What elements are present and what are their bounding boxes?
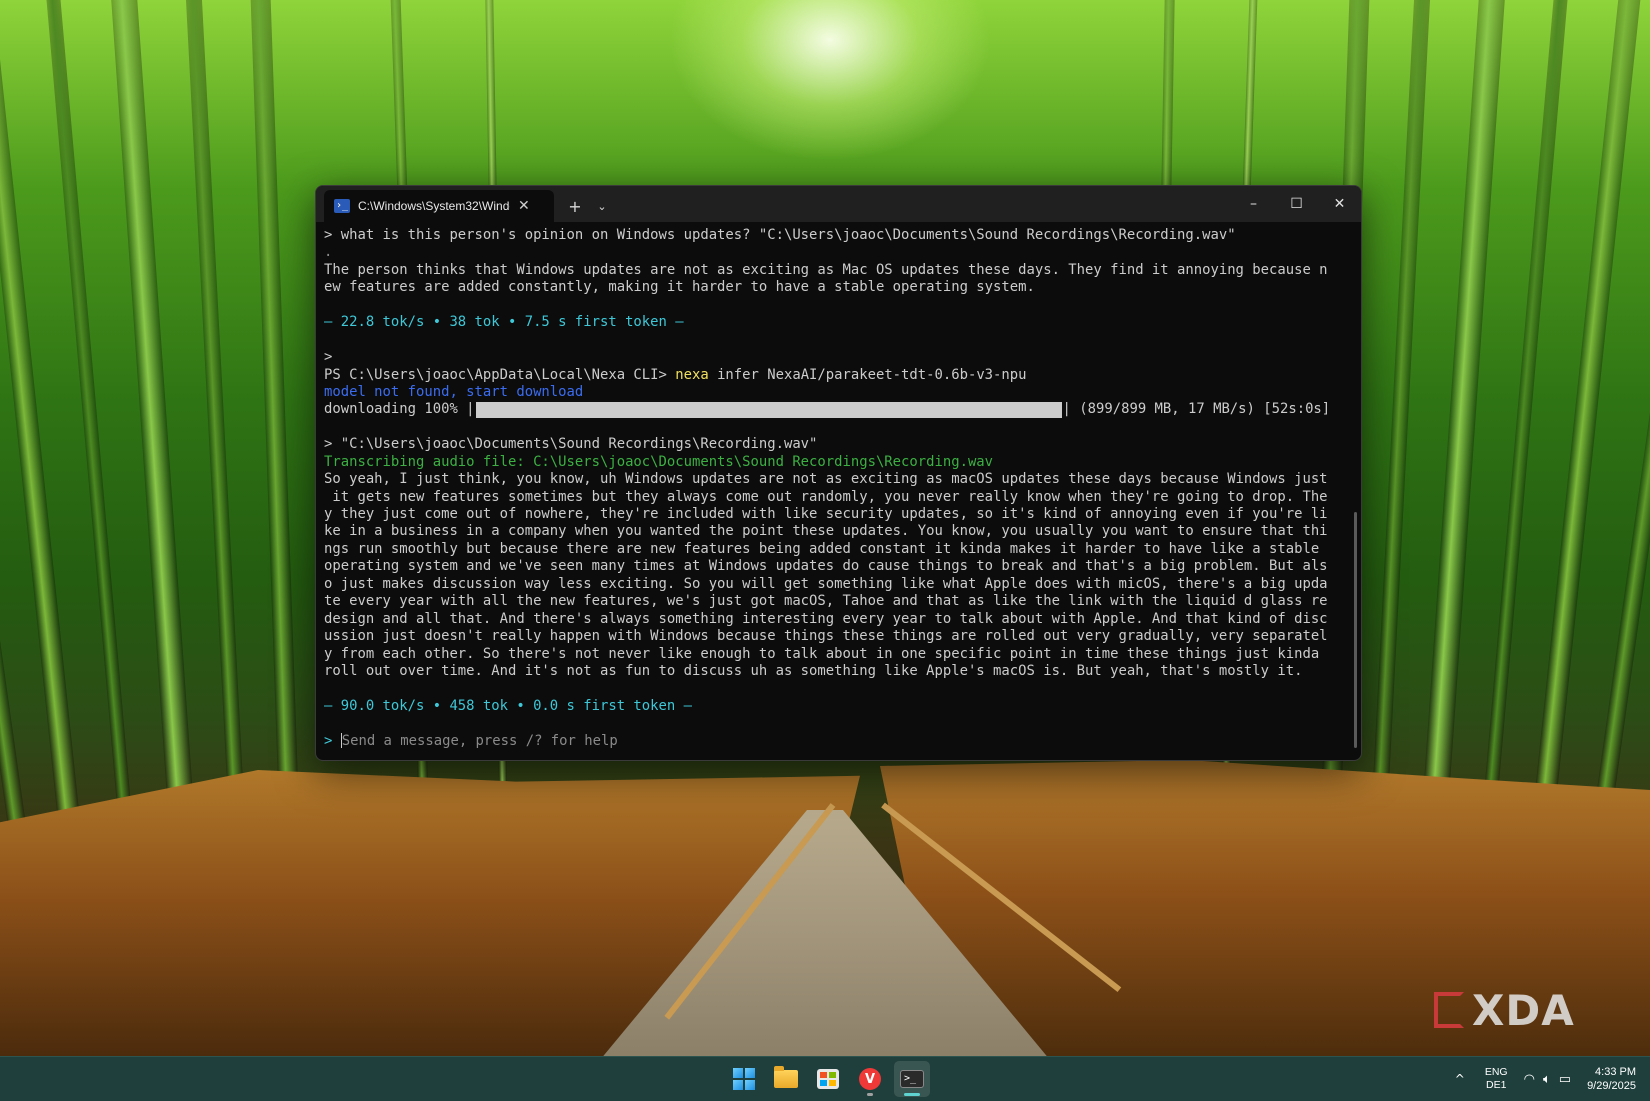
wifi-icon: ◠ bbox=[1523, 1071, 1535, 1087]
volume-icon: 🔈︎ bbox=[1542, 1071, 1551, 1087]
language-code: ENG bbox=[1484, 1066, 1508, 1078]
bamboo-stalk bbox=[249, 0, 300, 841]
powershell-icon: ›_ bbox=[334, 199, 350, 213]
console-line: > what is this person's opinion on Windo… bbox=[324, 227, 1236, 243]
maximize-button[interactable]: ☐ bbox=[1275, 186, 1318, 222]
clock-time: 4:33 PM bbox=[1595, 1066, 1636, 1078]
keyboard-layout: DE1 bbox=[1486, 1079, 1507, 1091]
tab-close-icon[interactable]: ✕ bbox=[518, 198, 530, 214]
show-hidden-icons-button[interactable]: ^ bbox=[1455, 1072, 1465, 1086]
transcript-line: y they just come out of nowhere, they're… bbox=[324, 506, 1328, 522]
quick-settings-button[interactable]: ◠ 🔈︎ ▭ bbox=[1524, 1072, 1571, 1087]
bamboo-stalk bbox=[185, 0, 246, 841]
scrollbar[interactable] bbox=[1354, 512, 1357, 748]
window-controls: – ☐ ✕ bbox=[1232, 186, 1361, 222]
terminal-icon: >_ bbox=[900, 1070, 924, 1088]
transcript-line: ngs run smoothly but because there are n… bbox=[324, 540, 1320, 557]
clock-date: 9/29/2025 bbox=[1587, 1080, 1636, 1092]
system-tray: ^ ENG DE1 ◠ 🔈︎ ▭ 4:33 PM 9/29/2025 bbox=[1455, 1057, 1650, 1101]
start-button[interactable] bbox=[726, 1061, 762, 1097]
console-line: ew features are added constantly, making… bbox=[324, 279, 1035, 296]
console-line: The person thinks that Windows updates a… bbox=[324, 261, 1328, 278]
transcript-line: roll out over time. And it's not as fun … bbox=[324, 662, 1303, 679]
console-output[interactable]: > what is this person's opinion on Windo… bbox=[316, 222, 1361, 752]
console-line: model not found, start download bbox=[324, 383, 584, 400]
command-name: nexa bbox=[675, 366, 709, 383]
transcript-line: ussion just doesn't really happen with W… bbox=[324, 628, 1328, 645]
tab-powershell[interactable]: ›_ C:\Windows\System32\Windc ✕ bbox=[324, 190, 554, 222]
download-progress-bar bbox=[475, 402, 1062, 419]
message-input-placeholder[interactable]: Send a message, press /? for help bbox=[342, 733, 618, 749]
terminal-button[interactable]: >_ bbox=[894, 1061, 930, 1097]
close-button[interactable]: ✕ bbox=[1318, 186, 1361, 222]
transcript-line: design and all that. And there's always … bbox=[324, 610, 1328, 627]
vivaldi-button[interactable]: V bbox=[852, 1061, 888, 1097]
transcript-line: it gets new features sometimes but they … bbox=[324, 488, 1328, 505]
folder-icon bbox=[774, 1066, 798, 1088]
message-input-line[interactable]: > Send a message, press /? for help bbox=[324, 733, 1361, 750]
console-line: > bbox=[324, 349, 333, 366]
tab-title: C:\Windows\System32\Windc bbox=[358, 199, 510, 213]
token-stats-line: — 90.0 tok/s • 458 tok • 0.0 s first tok… bbox=[324, 697, 692, 714]
running-indicator bbox=[867, 1093, 873, 1096]
input-prompt: > bbox=[324, 732, 341, 749]
transcript-line: o just makes discussion way less excitin… bbox=[324, 575, 1328, 592]
active-indicator bbox=[904, 1093, 920, 1096]
minimize-button[interactable]: – bbox=[1232, 186, 1275, 222]
windows-logo-icon bbox=[733, 1068, 755, 1090]
transcript-line: y from each other. So there's not never … bbox=[324, 645, 1320, 662]
console-command-line: PS C:\Users\joaoc\AppData\Local\Nexa CLI… bbox=[324, 367, 1361, 384]
transcript-line: operating system and we've seen many tim… bbox=[324, 558, 1328, 575]
transcript-line: So yeah, I just think, you know, uh Wind… bbox=[324, 471, 1328, 488]
vivaldi-icon: V bbox=[859, 1068, 881, 1090]
download-progress-line: downloading 100% | | (899/899 MB, 17 MB/s… bbox=[324, 401, 1361, 419]
xda-watermark-text: XDA bbox=[1472, 985, 1575, 1035]
console-line: > "C:\Users\joaoc\Documents\Sound Record… bbox=[324, 436, 818, 453]
bamboo-stalk bbox=[1370, 0, 1431, 841]
terminal-window: ›_ C:\Windows\System32\Windc ✕ + ⌄ – ☐ ✕… bbox=[315, 185, 1362, 761]
new-tab-button[interactable]: + bbox=[560, 190, 590, 222]
transcript-line: ke in a business in a company when you w… bbox=[324, 523, 1328, 540]
microsoft-store-button[interactable] bbox=[810, 1061, 846, 1097]
language-indicator[interactable]: ENG DE1 bbox=[1485, 1066, 1508, 1092]
transcript-line: te every year with all the new features,… bbox=[324, 593, 1328, 610]
console-line: Transcribing audio file: C:\Users\joaoc\… bbox=[324, 453, 994, 470]
store-icon bbox=[817, 1069, 839, 1089]
progress-label: downloading 100% | bbox=[324, 401, 475, 418]
taskbar-apps: V >_ bbox=[726, 1061, 930, 1097]
xda-watermark: XDA bbox=[1434, 985, 1594, 1035]
token-stats-line: — 22.8 tok/s • 38 tok • 7.5 s first toke… bbox=[324, 314, 684, 331]
title-bar: ›_ C:\Windows\System32\Windc ✕ + ⌄ – ☐ ✕ bbox=[316, 186, 1361, 222]
console-line: . bbox=[324, 244, 333, 261]
xda-logo-icon bbox=[1434, 992, 1464, 1028]
taskbar: V >_ ^ ENG DE1 ◠ 🔈︎ ▭ 4:33 PM 9/29/2025 bbox=[0, 1056, 1650, 1101]
progress-stats: | (899/899 MB, 17 MB/s) [52s:0s] bbox=[1062, 401, 1331, 418]
ps-prompt: PS C:\Users\joaoc\AppData\Local\Nexa CLI… bbox=[324, 366, 676, 383]
clock[interactable]: 4:33 PM 9/29/2025 bbox=[1587, 1065, 1636, 1093]
battery-icon: ▭ bbox=[1558, 1071, 1572, 1087]
file-explorer-button[interactable] bbox=[768, 1061, 804, 1097]
command-args: infer NexaAI/parakeet-tdt-0.6b-v3-npu bbox=[708, 366, 1027, 383]
tab-dropdown-button[interactable]: ⌄ bbox=[590, 190, 614, 222]
